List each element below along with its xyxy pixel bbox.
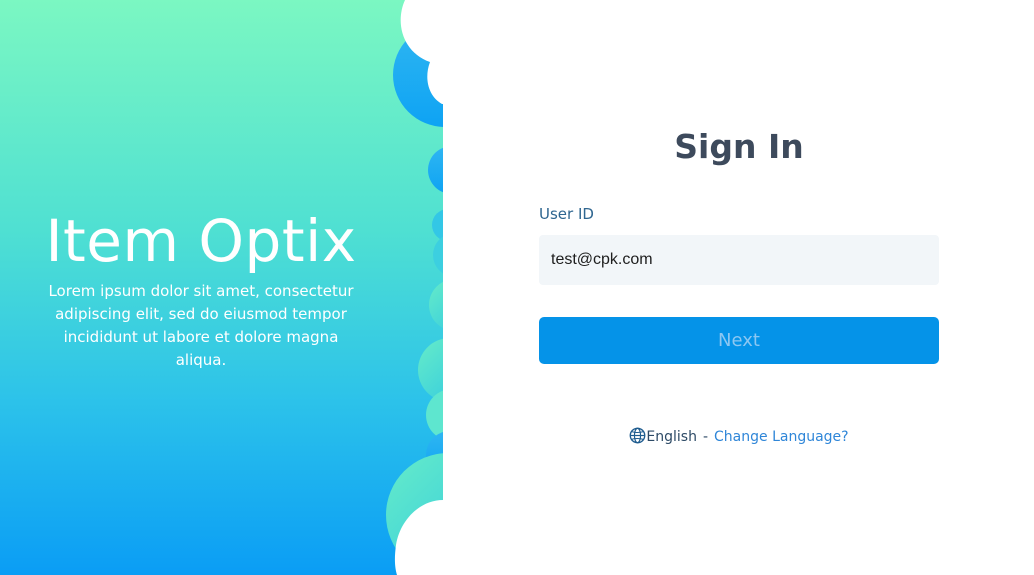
sign-in-card: Sign In User ID Next [539, 120, 939, 364]
brand-tagline: Lorem ipsum dolor sit amet, consectetur … [48, 282, 354, 369]
user-id-label: User ID [539, 205, 594, 223]
globe-icon [629, 427, 646, 444]
current-language: English [646, 429, 697, 445]
next-button[interactable]: Next [539, 317, 939, 364]
cloud-edge [394, 0, 460, 575]
language-separator: - [702, 429, 709, 445]
brand-title: Item Optix [45, 207, 357, 275]
change-language-link[interactable]: Change Language? [714, 429, 849, 445]
user-id-input[interactable] [539, 235, 939, 285]
hero-panel: Item Optix Lorem ipsum dolor sit amet, c… [0, 0, 443, 575]
page-title: Sign In [674, 127, 804, 166]
language-row: English - Change Language? [539, 426, 939, 448]
brand-block: Item Optix Lorem ipsum dolor sit amet, c… [0, 204, 402, 372]
login-page: Item Optix Lorem ipsum dolor sit amet, c… [0, 0, 1034, 575]
